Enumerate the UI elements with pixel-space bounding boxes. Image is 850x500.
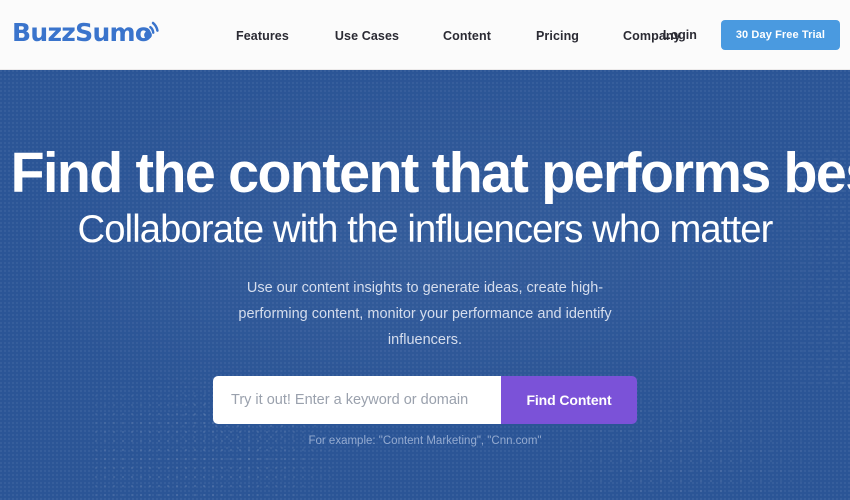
site-header: BuzzSumo Features Use Cases Content Pric… [0,0,850,70]
hero-search-form: Find Content [213,376,637,424]
nav-item-pricing[interactable]: Pricing [536,26,579,46]
nav-item-use-cases[interactable]: Use Cases [335,26,399,46]
search-example-hint: For example: "Content Marketing", "Cnn.c… [308,435,542,447]
free-trial-button[interactable]: 30 Day Free Trial [720,20,840,50]
brand-logo-text: BuzzSumo [12,18,152,47]
hero-body-copy: Use our content insights to generate ide… [238,280,612,348]
landing-page: BuzzSumo Features Use Cases Content Pric… [0,0,850,500]
login-link[interactable]: Login [663,28,697,42]
hero-headline: Find the content that performs best [10,141,850,205]
nav-item-content[interactable]: Content [443,26,491,46]
hero-subheadline: Collaborate with the influencers who mat… [77,208,773,251]
signal-waves-icon [144,21,160,39]
search-input[interactable] [213,376,501,424]
header-actions: Login 30 Day Free Trial [663,20,840,50]
brand-logo[interactable]: BuzzSumo [12,18,166,52]
main-navigation: Features Use Cases Content Pricing Compa… [236,26,681,46]
nav-item-features[interactable]: Features [236,26,289,46]
hero-section: Find the content that performs best Coll… [0,70,850,500]
find-content-button[interactable]: Find Content [501,376,637,424]
hero-content: Find the content that performs best Coll… [0,70,850,500]
